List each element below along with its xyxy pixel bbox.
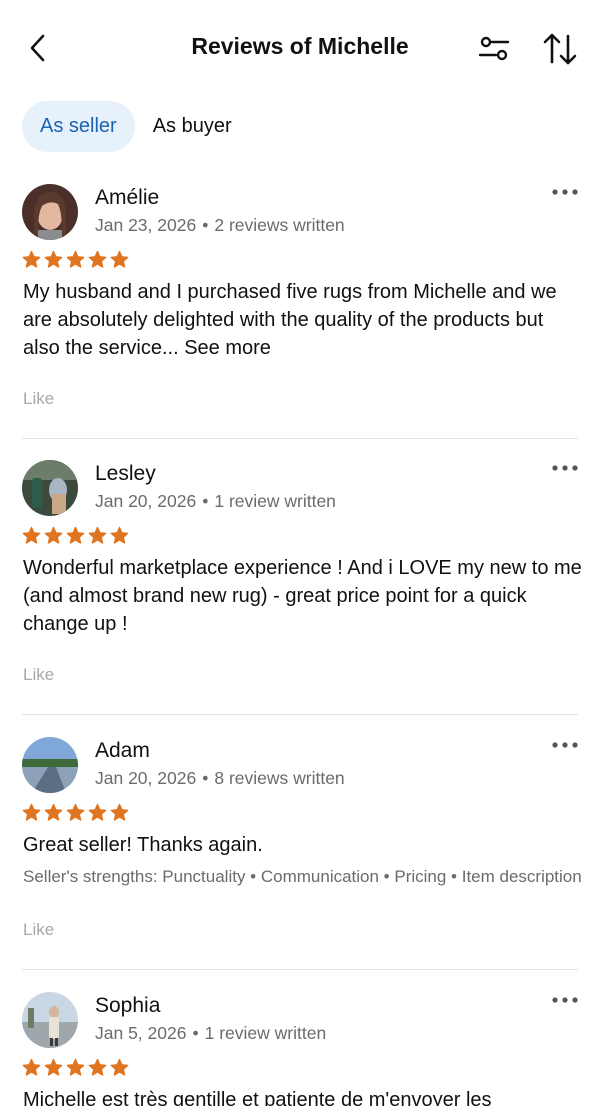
more-horizontal-icon (552, 997, 578, 1003)
review-meta: Jan 20, 2026 • 1 review written (95, 491, 336, 512)
like-button[interactable]: Like (23, 389, 54, 409)
avatar[interactable] (22, 737, 78, 793)
divider (22, 714, 578, 715)
star-icon (88, 526, 107, 544)
chevron-left-icon (30, 34, 45, 62)
meta-separator: • (202, 215, 209, 235)
avatar[interactable] (22, 992, 78, 1048)
filter-button[interactable] (474, 31, 514, 67)
more-horizontal-icon (552, 465, 578, 471)
more-options-button[interactable] (548, 458, 582, 478)
avatar[interactable] (22, 184, 78, 240)
meta-separator: • (202, 491, 209, 511)
star-icon (22, 526, 41, 544)
star-rating (22, 250, 129, 270)
star-icon (110, 803, 129, 821)
divider (22, 438, 578, 439)
review-body: My husband and I purchased five rugs fro… (23, 281, 557, 359)
review-text: Michelle est très gentille et patiente d… (23, 1086, 583, 1106)
star-icon (44, 526, 63, 544)
more-options-button[interactable] (548, 735, 582, 755)
review-date: Jan 20, 2026 (95, 491, 197, 511)
star-icon (88, 1058, 107, 1076)
star-icon (44, 803, 63, 821)
seller-strengths: Seller's strengths: Punctuality • Commun… (23, 867, 582, 886)
review-date: Jan 5, 2026 (95, 1023, 187, 1043)
like-button[interactable]: Like (23, 920, 54, 940)
more-horizontal-icon (552, 742, 578, 748)
review-meta: Jan 20, 2026 • 8 reviews written (95, 768, 345, 789)
review-body: Wonderful marketplace experience ! And i… (23, 557, 582, 635)
meta-separator: • (202, 768, 209, 788)
review-count: 2 reviews written (214, 215, 345, 235)
star-icon (110, 1058, 129, 1076)
more-options-button[interactable] (548, 990, 582, 1010)
star-icon (66, 803, 85, 821)
star-rating (22, 803, 129, 823)
review-text: Wonderful marketplace experience ! And i… (23, 554, 583, 638)
review-text: My husband and I purchased five rugs fro… (23, 278, 583, 362)
tab-as-seller[interactable]: As seller (22, 101, 135, 152)
star-icon (44, 1058, 63, 1076)
review-body: Great seller! Thanks again. (23, 834, 263, 856)
tab-as-buyer[interactable]: As buyer (135, 101, 250, 152)
review-count: 1 review written (214, 491, 336, 511)
divider (22, 969, 578, 970)
star-icon (66, 1058, 85, 1076)
star-icon (22, 1058, 41, 1076)
reviewer-name[interactable]: Adam (95, 739, 150, 763)
see-more-link[interactable]: See more (184, 337, 271, 359)
review-text: Great seller! Thanks again. (23, 831, 583, 859)
review-meta: Jan 5, 2026 • 1 review written (95, 1023, 326, 1044)
star-icon (66, 526, 85, 544)
review-date: Jan 20, 2026 (95, 768, 197, 788)
review-date: Jan 23, 2026 (95, 215, 197, 235)
sort-button[interactable] (540, 30, 580, 68)
avatar[interactable] (22, 460, 78, 516)
role-tabs: As seller As buyer (22, 101, 250, 152)
star-icon (88, 250, 107, 268)
star-icon (66, 250, 85, 268)
reviewer-name[interactable]: Amélie (95, 186, 159, 210)
star-icon (110, 250, 129, 268)
header: Reviews of Michelle (0, 0, 600, 96)
star-icon (110, 526, 129, 544)
meta-separator: • (192, 1023, 199, 1043)
reviewer-name[interactable]: Sophia (95, 994, 160, 1018)
review-body: Michelle est très gentille et patiente d… (23, 1089, 492, 1106)
sort-arrows-icon (543, 33, 577, 65)
filter-sliders-icon (478, 36, 510, 61)
review-count: 8 reviews written (214, 768, 345, 788)
star-icon (44, 250, 63, 268)
star-icon (22, 250, 41, 268)
more-horizontal-icon (552, 189, 578, 195)
review-count: 1 review written (204, 1023, 327, 1043)
star-rating (22, 526, 129, 546)
like-button[interactable]: Like (23, 665, 54, 685)
star-rating (22, 1058, 129, 1078)
star-icon (22, 803, 41, 821)
more-options-button[interactable] (548, 182, 582, 202)
review-meta: Jan 23, 2026 • 2 reviews written (95, 215, 345, 236)
reviewer-name[interactable]: Lesley (95, 462, 156, 486)
star-icon (88, 803, 107, 821)
back-button[interactable] (24, 30, 56, 66)
